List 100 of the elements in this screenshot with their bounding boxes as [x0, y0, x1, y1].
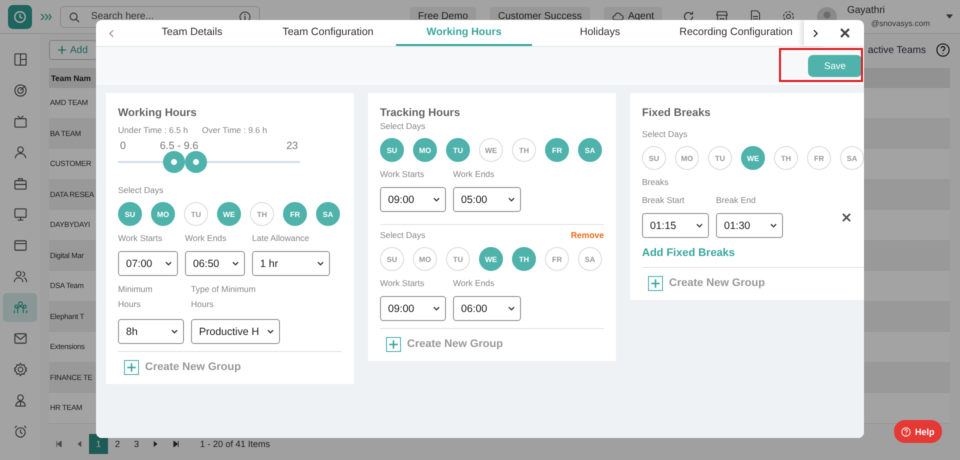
active-teams-link[interactable]: active Teams — [868, 44, 926, 56]
plus-box-icon — [386, 336, 401, 352]
app-logo — [8, 4, 32, 28]
chevron-left-icon[interactable] — [109, 28, 114, 38]
caret-icon — [770, 223, 777, 228]
settings-icon — [12, 362, 28, 377]
page-button[interactable]: 2 — [108, 434, 127, 454]
field-label: Work Ends — [453, 168, 496, 180]
page-button[interactable]: 3 — [127, 434, 146, 454]
help-button[interactable]: Help — [894, 420, 942, 443]
caret-icon — [171, 329, 178, 334]
dropdown[interactable]: 06:00 — [453, 296, 521, 321]
dropdown[interactable]: 1 hr — [252, 251, 330, 276]
card-title: Working Hours — [118, 106, 198, 120]
slider-thumb[interactable] — [185, 151, 208, 173]
chevron-right-icon — [812, 28, 818, 38]
field-label: Break End — [716, 194, 757, 206]
caret-icon — [232, 261, 239, 266]
field-label: Minimum Hours — [118, 283, 154, 311]
dropdown[interactable]: 09:00 — [380, 296, 446, 321]
caret-icon[interactable] — [946, 14, 953, 19]
save-button[interactable]: Save — [808, 55, 862, 77]
dropdown[interactable]: 06:50 — [185, 251, 245, 276]
next-page-icon[interactable] — [153, 440, 159, 446]
monitor-icon — [12, 207, 28, 222]
team-icon — [12, 300, 28, 315]
field-label: Break Start — [642, 194, 686, 206]
add-button[interactable]: Add — [49, 40, 97, 60]
card-icon — [12, 238, 28, 253]
dropdown[interactable]: 07:00 — [118, 251, 178, 276]
tab[interactable]: Recording Configuration — [668, 20, 804, 46]
search-icon — [69, 12, 80, 22]
people-icon — [12, 269, 28, 284]
help-icon[interactable] — [936, 43, 950, 57]
caret-icon — [433, 197, 440, 202]
delete-icon[interactable] — [842, 213, 851, 222]
person-icon — [12, 145, 28, 160]
help-icon — [901, 426, 911, 436]
dropdown[interactable]: 01:30 — [716, 213, 783, 238]
plus-box-icon — [648, 276, 663, 290]
previous-page-icon[interactable] — [76, 440, 82, 446]
briefcase-icon — [12, 176, 28, 191]
slider-thumb[interactable] — [163, 151, 186, 173]
field-label: Select Days — [118, 184, 164, 196]
slider-min-label: 0 — [120, 140, 126, 152]
dropdown[interactable]: 09:00 — [380, 187, 446, 212]
tv-icon — [12, 114, 28, 129]
field-label: Type of Minimum Hours — [191, 283, 257, 311]
column-header: Team Nam — [51, 74, 91, 82]
field-label: Work Ends — [453, 277, 496, 289]
dropdown[interactable]: 05:00 — [453, 187, 521, 212]
user-email: @snovasys.com — [870, 19, 930, 28]
next-tab-button[interactable] — [804, 20, 826, 46]
close-icon[interactable] — [840, 28, 850, 38]
settings-icon[interactable] — [782, 10, 796, 23]
refresh-icon[interactable] — [682, 10, 696, 23]
caret-icon — [267, 329, 274, 334]
caret-icon — [696, 223, 703, 228]
caret-icon — [433, 306, 440, 311]
create-group-button[interactable]: Create New Group — [380, 335, 503, 353]
alarm-clock-icon — [12, 424, 28, 439]
dropdown[interactable]: Productive H — [191, 319, 280, 344]
field-label: Work Starts — [380, 168, 426, 180]
info-icon — [239, 10, 251, 22]
dropdown[interactable]: 8h — [118, 319, 184, 344]
plus-icon — [58, 46, 66, 54]
time-summary: Over Time : 9.6 h — [202, 124, 268, 136]
dropdown[interactable]: 01:15 — [642, 213, 709, 238]
caret-icon — [508, 197, 515, 202]
field-label: Late Allowance — [252, 232, 310, 244]
card-title: Tracking Hours — [380, 106, 462, 120]
field-label: Work Starts — [380, 277, 426, 289]
remove-link[interactable]: Remove — [570, 229, 604, 241]
layout-icon — [12, 52, 28, 67]
create-group-button[interactable]: Create New Group — [642, 274, 765, 292]
slider-range-label: 6.5 - 9.6 — [160, 140, 198, 152]
field-label: Work Starts — [118, 232, 164, 244]
caret-icon — [317, 261, 324, 266]
last-page-icon[interactable] — [173, 440, 179, 446]
caret-icon — [165, 261, 172, 266]
user-name: Gayathri — [847, 5, 886, 16]
tab[interactable]: Team Configuration — [260, 20, 396, 46]
plus-box-icon — [124, 360, 139, 374]
time-summary: Under Time : 6.5 h — [118, 124, 188, 136]
field-label: Select Days — [380, 120, 426, 132]
user-icon — [12, 393, 28, 408]
page-summary: 1 - 20 of 41 Items — [200, 438, 270, 448]
caret-icon — [508, 306, 515, 311]
field-label: Select Days — [642, 128, 688, 140]
expand-icon[interactable] — [40, 12, 52, 20]
field-label: Select Days — [380, 229, 426, 241]
mail-icon — [12, 331, 28, 346]
cloud-icon — [612, 12, 624, 21]
field-label: Work Ends — [185, 232, 228, 244]
first-page-icon[interactable] — [56, 440, 62, 446]
section-label: Breaks — [642, 176, 670, 188]
target-icon — [12, 83, 28, 98]
add-breaks-link[interactable]: Add Fixed Breaks — [642, 246, 864, 260]
card-title: Fixed Breaks — [642, 106, 712, 120]
create-group-button[interactable]: Create New Group — [118, 358, 241, 376]
